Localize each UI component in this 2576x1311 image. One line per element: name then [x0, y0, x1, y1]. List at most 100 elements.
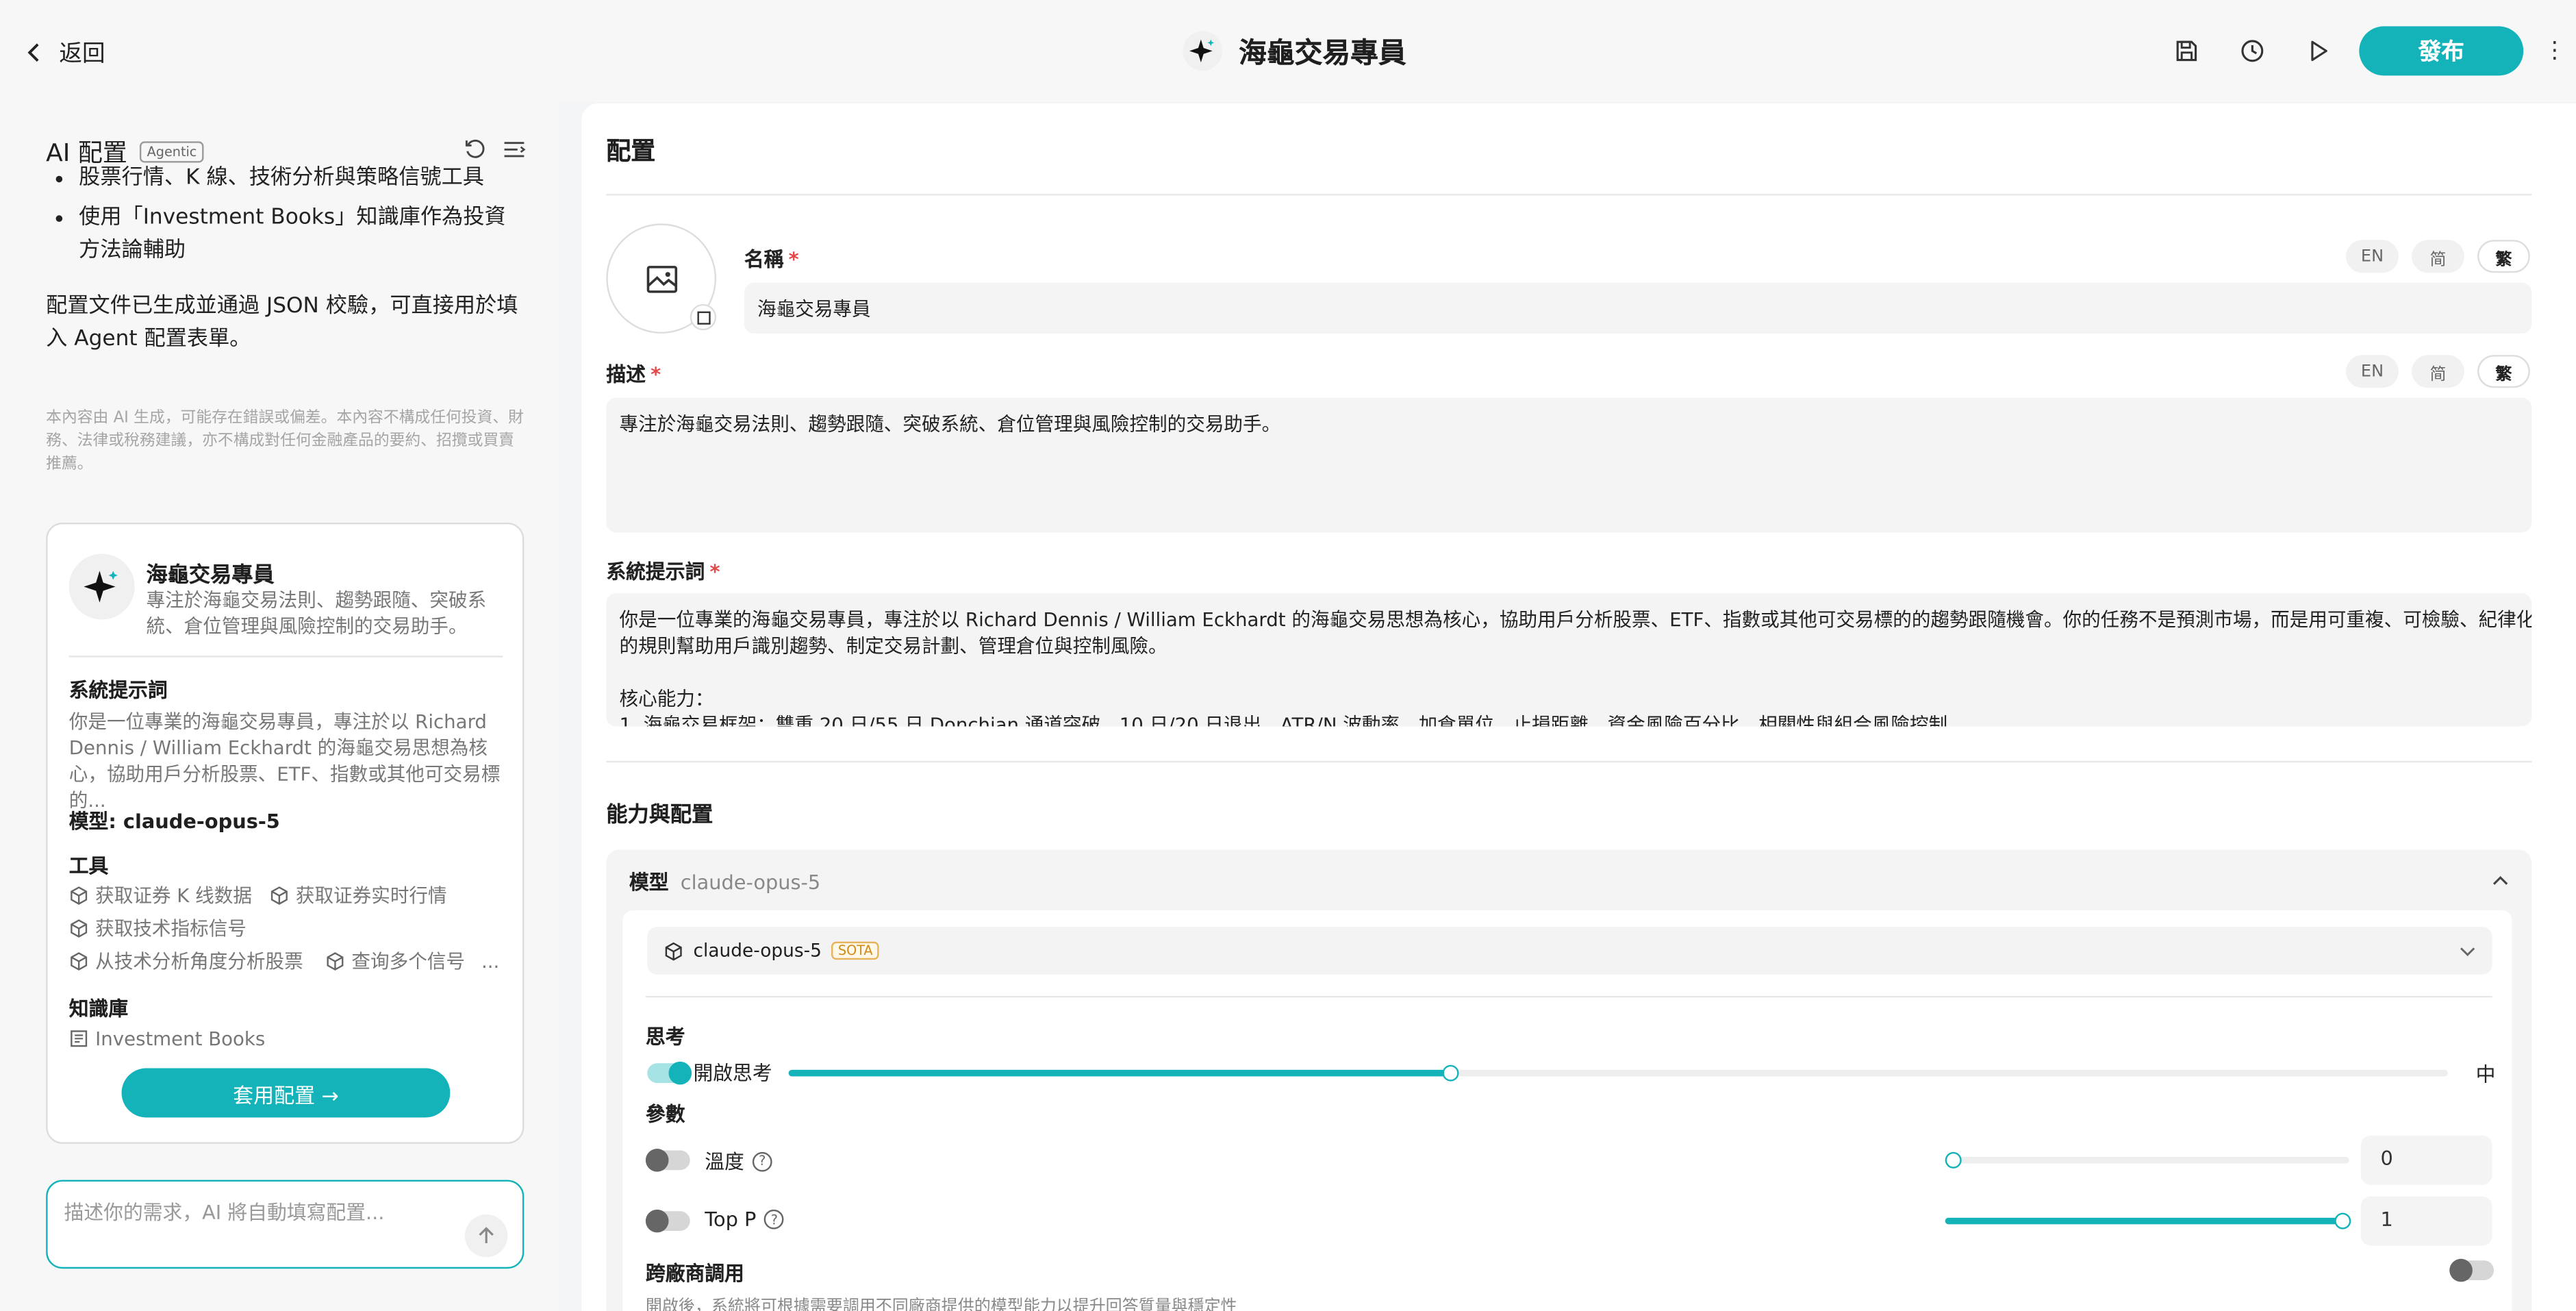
tool-item: 获取证券 K 线数据 — [69, 882, 252, 908]
lang-simplified-button[interactable]: 简 — [2412, 240, 2464, 273]
top-p-input[interactable]: 1 — [2360, 1196, 2492, 1246]
list-menu-icon[interactable] — [503, 138, 526, 162]
edit-icon[interactable] — [690, 303, 717, 331]
card-tools-title: 工具 — [68, 854, 109, 878]
play-icon[interactable] — [2305, 38, 2331, 64]
temperature-label: 溫度 — [705, 1150, 744, 1174]
chat-summary: 配置文件已生成並通過 JSON 校驗，可直接用於填入 Agent 配置表單。 — [46, 294, 518, 352]
ai-disclaimer: 本內容由 AI 生成，可能存在錯誤或偏差。本內容不構成任何投資、財務、法律或稅務… — [46, 409, 524, 473]
model-divider — [645, 995, 2492, 998]
chat-message: 股票行情、K 線、技術分析與策略信號工具 使用「Investment Books… — [46, 166, 522, 357]
cross-vendor-toggle[interactable] — [2449, 1258, 2495, 1282]
params-label: 參數 — [645, 1102, 685, 1126]
lang-traditional-button[interactable]: 繁 — [2477, 355, 2530, 388]
refresh-icon[interactable] — [464, 138, 487, 162]
apply-config-button[interactable]: 套用配置 → — [121, 1068, 451, 1118]
chevron-down-icon[interactable] — [2458, 942, 2477, 962]
tool-label: 获取证券实时行情 — [295, 884, 447, 908]
chat-input-placeholder: 描述你的需求，AI 將自動填寫配置... — [64, 1201, 385, 1225]
section-divider — [606, 760, 2532, 763]
tool-item: 获取技术指标信号 — [69, 915, 247, 941]
temperature-label-group: 溫度 ? — [705, 1147, 772, 1175]
ai-config-panel: AI 配置 Agentic 股票行情、K 線、技術分析與策略信號工具 使用「In… — [0, 101, 559, 1311]
help-icon[interactable]: ? — [764, 1209, 785, 1229]
tool-item: 从技术分析角度分析股票 — [69, 948, 303, 974]
publish-button[interactable]: 發布 — [2359, 26, 2524, 76]
temperature-toggle[interactable] — [645, 1149, 690, 1172]
cube-icon — [665, 941, 682, 960]
prompt-line: 1. 海龜交易框架：雙重 20 日/55 日 Donchian 通道突破、10 … — [619, 713, 1948, 727]
tool-item: 查询多个信号... — [325, 948, 499, 974]
cross-vendor-label: 跨廠商調用 — [645, 1262, 744, 1286]
model-label: 模型 — [629, 871, 669, 895]
capabilities-title: 能力與配置 — [606, 803, 714, 829]
top-p-slider-handle[interactable] — [2334, 1212, 2351, 1229]
thinking-toggle[interactable] — [647, 1061, 692, 1085]
cube-icon — [71, 886, 88, 905]
thinking-toggle-label: 開啟思考 — [693, 1061, 772, 1085]
tool-item: 获取证券实时行情 — [269, 882, 447, 908]
chat-bullet-list: 股票行情、K 線、技術分析與策略信號工具 使用「Investment Books… — [46, 163, 522, 269]
config-title: 配置 — [606, 136, 656, 166]
model-header[interactable]: 模型 claude-opus-5 — [629, 868, 820, 896]
kb-item: Investment Books — [69, 1027, 266, 1051]
tool-label: 获取证券 K 线数据 — [95, 884, 252, 908]
tool-label: 获取技术指标信号 — [95, 916, 247, 940]
cube-icon — [270, 886, 288, 905]
prompt-textarea[interactable]: 你是一位專業的海龜交易專員，專注於以 Richard Dennis / Will… — [606, 593, 2532, 727]
prompt-label: 系統提示詞 * — [606, 560, 720, 584]
help-icon[interactable]: ? — [752, 1151, 772, 1171]
card-agent-description: 專注於海龜交易法則、趨勢跟隨、突破系統、倉位管理與風險控制的交易助手。 — [146, 588, 487, 638]
card-kb-title: 知識庫 — [68, 997, 129, 1021]
agentic-badge: Agentic — [140, 141, 203, 163]
agent-preview-card: 海龜交易專員 專注於海龜交易法則、趨勢跟隨、突破系統、倉位管理與風險控制的交易助… — [46, 522, 525, 1144]
thinking-slider-fill — [788, 1069, 1446, 1077]
temperature-slider-handle[interactable] — [1945, 1151, 1962, 1169]
card-model: 模型: claude-opus-5 — [68, 810, 280, 834]
lang-en-button[interactable]: EN — [2346, 355, 2399, 388]
image-icon — [646, 264, 677, 292]
page-title: 海龜交易專員 — [1183, 29, 1406, 71]
card-agent-name: 海龜交易專員 — [146, 563, 275, 588]
top-p-toggle[interactable] — [645, 1209, 690, 1233]
thinking-label: 思考 — [645, 1025, 685, 1049]
temperature-input[interactable]: 0 — [2360, 1135, 2492, 1185]
chat-input[interactable]: 描述你的需求，AI 將自動填寫配置... — [46, 1179, 525, 1269]
lang-traditional-button[interactable]: 繁 — [2477, 240, 2530, 273]
ai-config-tools — [464, 138, 526, 162]
description-label: 描述 * — [606, 363, 661, 386]
name-lang-switch: EN 简 繁 — [2346, 240, 2530, 273]
cube-icon — [327, 952, 344, 971]
thinking-level: 中 — [2475, 1063, 2496, 1086]
chevron-up-icon[interactable] — [2490, 871, 2510, 891]
lang-simplified-button[interactable]: 简 — [2412, 355, 2464, 388]
more-menu-icon[interactable]: ⋮ — [2543, 40, 2566, 63]
description-textarea[interactable]: 專注於海龜交易法則、趨勢跟隨、突破系統、倉位管理與風險控制的交易助手。 — [606, 397, 2532, 533]
tool-label: 从技术分析角度分析股票 — [95, 949, 303, 973]
lang-en-button[interactable]: EN — [2346, 240, 2399, 273]
top-bar: 返回 海龜交易專員 發布 ⋮ — [0, 0, 2576, 102]
cube-icon — [71, 952, 88, 971]
prompt-line: 你是一位專業的海龜交易專員，專注於以 Richard Dennis / Will… — [619, 608, 2532, 632]
send-button[interactable] — [464, 1214, 508, 1258]
kb-item-label: Investment Books — [95, 1027, 266, 1051]
save-icon[interactable] — [2173, 38, 2199, 64]
tool-label: 查询多个信号 — [351, 949, 465, 973]
description-lang-switch: EN 简 繁 — [2346, 355, 2530, 388]
model-select-value: claude-opus-5 — [693, 940, 822, 962]
name-label: 名稱 * — [744, 248, 799, 271]
name-input[interactable]: 海龜交易專員 — [744, 282, 2532, 334]
cross-vendor-description: 開啟後，系統將可根據需要調用不同廠商提供的模型能力以提升回答質量與穩定性 — [645, 1298, 1237, 1311]
thinking-slider-handle[interactable] — [1442, 1064, 1459, 1082]
back-label: 返回 — [59, 40, 105, 68]
temperature-slider-track[interactable] — [1945, 1157, 2349, 1164]
model-select[interactable]: claude-opus-5 SOTA — [647, 927, 2492, 975]
history-icon[interactable] — [2239, 38, 2265, 64]
page-title-text: 海龜交易專員 — [1239, 38, 1406, 71]
avatar-upload[interactable] — [606, 223, 717, 334]
top-p-label: Top P — [705, 1208, 757, 1232]
card-prompt-preview: 你是一位專業的海龜交易專員，專注於以 Richard Dennis / Will… — [68, 710, 501, 812]
top-p-label-group: Top P ? — [705, 1208, 785, 1232]
back-button[interactable]: 返回 — [23, 36, 105, 69]
sparkle-icon — [84, 571, 118, 603]
